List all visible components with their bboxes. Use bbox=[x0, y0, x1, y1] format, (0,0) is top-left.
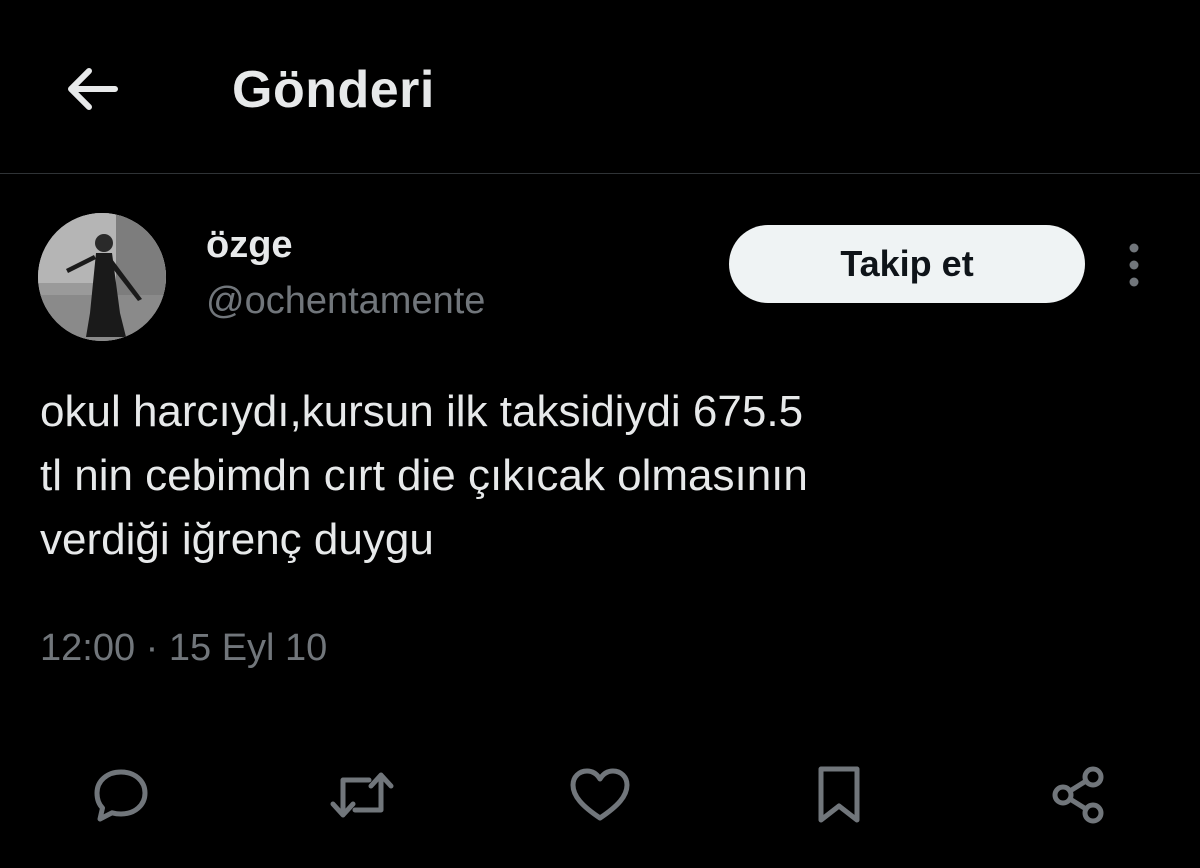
bookmark-button[interactable] bbox=[799, 755, 879, 835]
tweet-timestamp[interactable]: 12:00 · 15 Eyl 10 bbox=[40, 624, 327, 672]
heart-icon bbox=[570, 768, 630, 821]
bookmark-icon bbox=[818, 766, 860, 823]
reply-icon bbox=[94, 769, 148, 822]
avatar-image bbox=[38, 213, 166, 341]
retweet-button[interactable] bbox=[322, 755, 402, 835]
top-bar: Gönderi bbox=[0, 0, 1200, 174]
author-display-name[interactable]: özge bbox=[206, 222, 293, 268]
page-title: Gönderi bbox=[232, 61, 435, 119]
share-icon bbox=[1052, 766, 1104, 824]
like-button[interactable] bbox=[560, 755, 640, 835]
tweet-text: okul harcıydı,kursun ilk taksidiydi 675.… bbox=[40, 387, 808, 564]
reply-button[interactable] bbox=[81, 755, 161, 835]
follow-button[interactable]: Takip et bbox=[729, 225, 1085, 303]
author-handle[interactable]: @ochentamente bbox=[206, 278, 485, 324]
retweet-icon bbox=[330, 772, 394, 818]
more-options-button[interactable] bbox=[1114, 238, 1154, 292]
action-bar bbox=[0, 755, 1200, 835]
more-vertical-icon bbox=[1129, 243, 1139, 287]
arrow-left-icon bbox=[68, 68, 118, 110]
back-button[interactable] bbox=[56, 54, 126, 124]
share-button[interactable] bbox=[1039, 755, 1119, 835]
avatar[interactable] bbox=[38, 213, 166, 341]
